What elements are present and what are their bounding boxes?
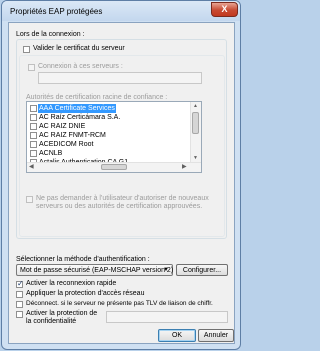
- ca-checkbox[interactable]: [30, 114, 37, 121]
- chevron-down-icon: ▼: [163, 267, 169, 273]
- vertical-scrollbar[interactable]: ▲ ▼: [190, 102, 201, 163]
- tlv-disconnect-label[interactable]: Déconnect. si le serveur ne présente pas…: [26, 300, 213, 307]
- no-prompt-checkbox[interactable]: [26, 196, 33, 203]
- nap-checkbox[interactable]: [16, 291, 23, 298]
- servers-input[interactable]: [38, 72, 202, 84]
- ca-checkbox[interactable]: [30, 105, 37, 112]
- scroll-left-icon[interactable]: ◀: [29, 163, 34, 170]
- fast-reconnect-label[interactable]: Activer la reconnexion rapide: [26, 280, 116, 287]
- fast-reconnect-checkbox[interactable]: [16, 279, 24, 288]
- nap-label[interactable]: Appliquer la protection d'accès réseau: [26, 290, 144, 297]
- window-title: Propriétés EAP protégées: [10, 7, 103, 16]
- list-item[interactable]: AC RAIZ DNIE: [28, 122, 186, 131]
- cancel-button[interactable]: Annuler: [198, 329, 234, 342]
- scroll-up-icon[interactable]: ▲: [193, 103, 198, 109]
- list-item[interactable]: AAA Certificate Services: [28, 104, 186, 113]
- ca-name: ACEDICOM Root: [39, 141, 94, 148]
- scroll-thumb[interactable]: [192, 112, 199, 134]
- auth-method-value: Mot de passe sécurisé (EAP-MSCHAP versio…: [20, 267, 174, 274]
- close-button[interactable]: X: [211, 2, 238, 17]
- scroll-right-icon[interactable]: ▶: [182, 163, 187, 170]
- no-prompt-label-line2: serveurs ou des autorités de certificati…: [36, 203, 203, 210]
- ca-checkbox[interactable]: [30, 123, 37, 130]
- scroll-down-icon[interactable]: ▼: [193, 155, 198, 161]
- list-item[interactable]: ACNLB: [28, 149, 186, 158]
- identity-input[interactable]: [106, 311, 228, 323]
- connect-servers-checkbox[interactable]: [28, 64, 35, 71]
- ca-name: AAA Certificate Services: [38, 104, 116, 113]
- ca-name: AC RAIZ DNIE: [39, 123, 86, 130]
- configure-button[interactable]: Configurer...: [176, 264, 228, 276]
- connection-label: Lors de la connexion :: [16, 31, 85, 38]
- validate-cert-label[interactable]: Valider le certificat du serveur: [33, 45, 125, 52]
- list-item[interactable]: AC RAIZ FNMT-RCM: [28, 131, 186, 140]
- ca-name: AC RAIZ FNMT-RCM: [39, 132, 106, 139]
- auth-method-select[interactable]: Mot de passe sécurisé (EAP-MSCHAP versio…: [16, 264, 173, 276]
- no-prompt-label-line1: Ne pas demander à l'utilisateur d'autori…: [36, 195, 209, 202]
- privacy-checkbox[interactable]: [16, 311, 23, 318]
- ca-checkbox[interactable]: [30, 150, 37, 157]
- ca-name: ACNLB: [39, 150, 63, 157]
- ca-checkbox[interactable]: [30, 141, 37, 148]
- privacy-label-line2[interactable]: la confidentialité: [26, 318, 76, 325]
- list-item[interactable]: AC Raíz Certicámara S.A.: [28, 113, 186, 122]
- title-bar[interactable]: Propriétés EAP protégées X: [2, 1, 240, 21]
- ok-button[interactable]: OK: [158, 329, 196, 342]
- list-item[interactable]: ACEDICOM Root: [28, 140, 186, 149]
- tlv-disconnect-checkbox[interactable]: [16, 301, 23, 308]
- ca-checkbox[interactable]: [30, 132, 37, 139]
- trusted-ca-label: Autorités de certification racine de con…: [26, 94, 168, 101]
- validate-cert-checkbox[interactable]: [23, 46, 30, 53]
- connect-servers-label: Connexion à ces serveurs :: [38, 63, 123, 70]
- ca-name: AC Raíz Certicámara S.A.: [39, 114, 121, 121]
- hscroll-thumb[interactable]: [101, 164, 127, 170]
- auth-method-label: Sélectionner la méthode d'authentificati…: [16, 256, 150, 263]
- privacy-label-line1[interactable]: Activer la protection de: [26, 310, 97, 317]
- horizontal-scrollbar[interactable]: ◀ ▶: [27, 162, 201, 172]
- ca-list[interactable]: AAA Certificate Services AC Raíz Certicá…: [26, 101, 202, 173]
